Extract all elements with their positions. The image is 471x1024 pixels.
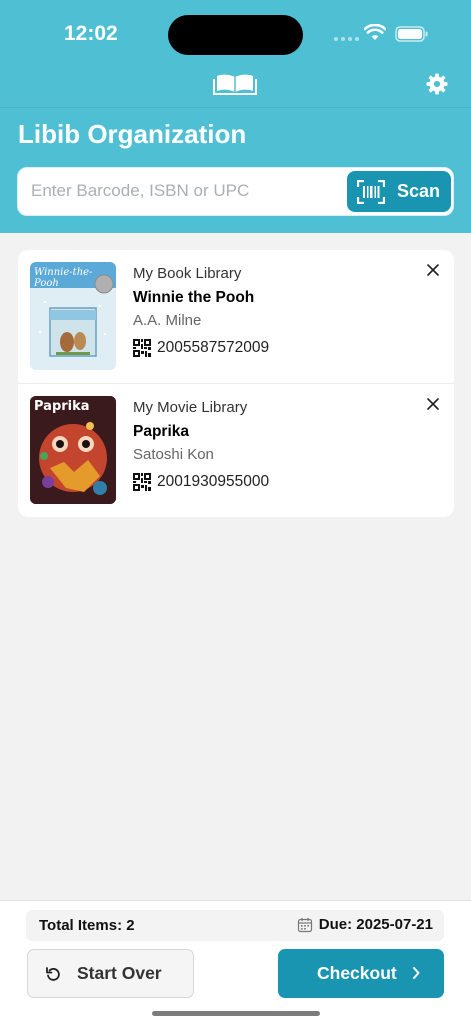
nav-bar <box>0 64 471 108</box>
book-icon <box>213 74 257 95</box>
close-icon[interactable] <box>425 396 441 412</box>
home-indicator <box>152 1011 320 1016</box>
qr-code-icon <box>133 473 151 491</box>
signal-icon <box>334 37 359 41</box>
barcode-search-input[interactable] <box>31 168 341 214</box>
due-date[interactable]: Due: 2025-07-21 <box>297 916 433 933</box>
search-bar: Scan <box>17 167 454 216</box>
item-author: A.A. Milne <box>133 312 202 329</box>
book-cover-title: Winnie-the-Pooh <box>34 267 93 289</box>
scan-label: Scan <box>397 181 441 201</box>
battery-icon <box>395 26 428 42</box>
item-library: My Book Library <box>133 265 242 282</box>
checkout-button[interactable]: Checkout <box>278 949 444 998</box>
movie-cover-title: Paprika <box>34 399 90 414</box>
scan-button[interactable]: Scan <box>347 171 451 212</box>
checkout-items-list: Winnie-the-Pooh My Book Library Winnie t… <box>18 250 454 517</box>
item-barcode: 2005587572009 <box>133 339 269 357</box>
dynamic-island <box>168 15 303 55</box>
gear-icon[interactable] <box>426 73 448 95</box>
book-cover-image: Winnie-the-Pooh <box>30 262 116 370</box>
item-code: 2001930955000 <box>157 473 270 490</box>
item-title: Winnie the Pooh <box>133 289 255 306</box>
start-over-label: Start Over <box>77 963 162 983</box>
item-author: Satoshi Kon <box>133 446 214 463</box>
status-time: 12:02 <box>64 22 118 45</box>
status-bar: 12:02 <box>0 0 471 64</box>
undo-icon <box>46 966 60 981</box>
checkout-label: Checkout <box>317 963 397 983</box>
wifi-icon <box>364 24 386 40</box>
item-title: Paprika <box>133 423 190 440</box>
chevron-right-icon <box>413 967 420 979</box>
organization-title: Libib Organization <box>18 119 247 149</box>
list-item[interactable]: Paprika My Movie Library Paprika Satoshi… <box>18 383 454 516</box>
app-header: 12:02 Libib Organization Enter Barcode, … <box>0 0 471 233</box>
start-over-button[interactable]: Start Over <box>27 949 194 998</box>
close-icon[interactable] <box>425 262 441 278</box>
item-code: 2005587572009 <box>157 339 270 356</box>
movie-cover-image: Paprika <box>30 396 116 504</box>
checkout-footer: Total Items: 2 Due: 2025-07-21 Start Ove… <box>0 900 471 1024</box>
calendar-icon <box>297 917 312 932</box>
checkout-summary: Total Items: 2 Due: 2025-07-21 <box>26 910 444 941</box>
item-library: My Movie Library <box>133 399 248 416</box>
barcode-scan-icon <box>357 179 385 204</box>
due-date-label: Due: 2025-07-21 <box>318 916 433 933</box>
qr-code-icon <box>133 339 151 357</box>
total-items: Total Items: 2 <box>39 917 135 934</box>
list-item[interactable]: Winnie-the-Pooh My Book Library Winnie t… <box>18 250 454 383</box>
item-barcode: 2001930955000 <box>133 473 269 491</box>
